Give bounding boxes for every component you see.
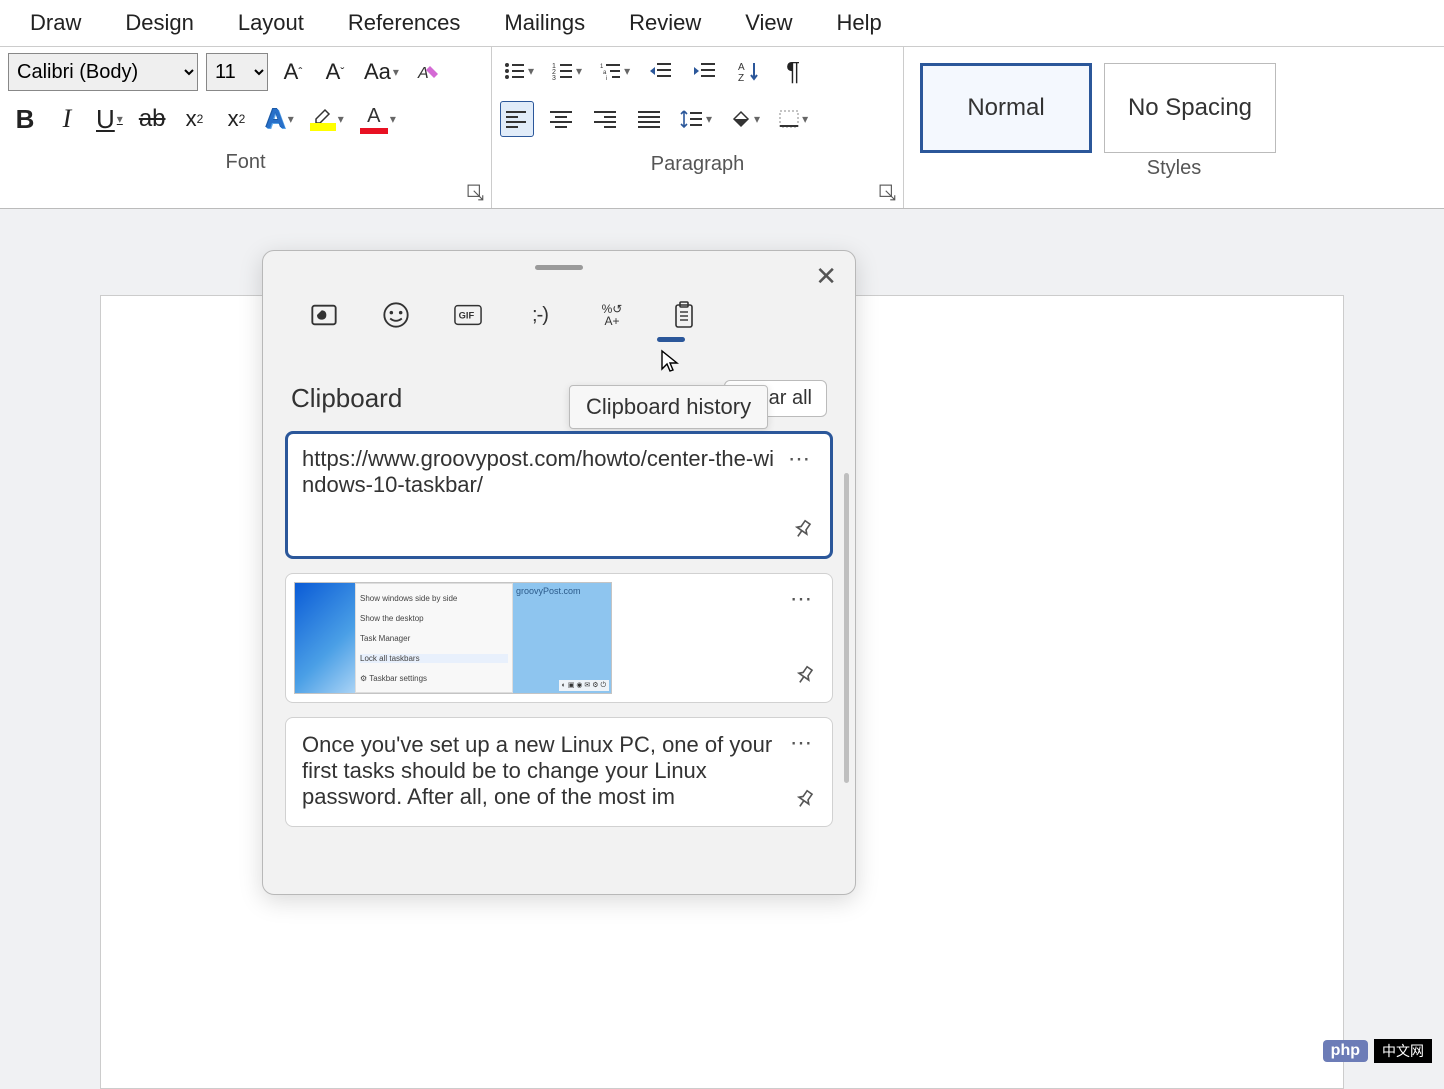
thumbnail-desktop-bg [295,583,355,693]
active-tab-indicator [657,337,685,342]
clipboard-item-text: Once you've set up a new Linux PC, one o… [302,732,816,810]
bullets-button[interactable]: ▾ [500,53,538,89]
italic-button[interactable]: I [50,101,84,137]
multilevel-list-button[interactable]: 1ai▾ [596,53,634,89]
menu-mailings[interactable]: Mailings [482,6,607,40]
ribbon: Calibri (Body) 11 Aˆ Aˇ Aa▾ A B I U▾ ab … [0,47,1444,209]
pin-icon[interactable] [794,664,816,692]
numbering-button[interactable]: 123▾ [548,53,586,89]
clipboard-item-more-icon[interactable]: ⋯ [788,446,812,472]
strikethrough-button[interactable]: ab [135,101,170,137]
svg-text:A: A [417,65,429,82]
shading-button[interactable]: ▾ [726,101,764,137]
font-dialog-launcher[interactable] [467,184,485,202]
thumbnail-window-bg: groovyPost.com ◐ ▣ ◉ ✉ ⚙ ⏻ [513,583,611,693]
svg-text:3: 3 [552,75,556,81]
svg-text:i: i [606,76,607,81]
svg-text:GIF: GIF [459,311,475,321]
justify-button[interactable] [632,101,666,137]
style-no-spacing[interactable]: No Spacing [1104,63,1276,153]
menu-view[interactable]: View [723,6,814,40]
clipboard-item-1[interactable]: https://www.groovypost.com/howto/center-… [285,431,833,559]
pin-icon[interactable] [792,518,814,546]
scrollbar-thumb[interactable] [844,473,849,783]
menu-help[interactable]: Help [815,6,904,40]
grow-font-button[interactable]: Aˆ [276,54,310,90]
font-group-label: Font [8,147,483,176]
menu-references[interactable]: References [326,6,483,40]
svg-text:Z: Z [738,73,744,82]
svg-text:A: A [738,62,745,73]
increase-indent-button[interactable] [688,53,722,89]
clipboard-item-3[interactable]: Once you've set up a new Linux PC, one o… [285,717,833,827]
clipboard-title: Clipboard [291,383,402,414]
sort-button[interactable]: AZ [732,53,766,89]
style-normal[interactable]: Normal [920,63,1092,153]
text-effects-button[interactable]: A▾ [262,101,298,137]
tab-clipboard-history[interactable] [667,298,701,332]
align-right-button[interactable] [588,101,622,137]
show-hide-marks-button[interactable]: ¶ [776,53,810,89]
menu-layout[interactable]: Layout [216,6,326,40]
bold-button[interactable]: B [8,101,42,137]
line-spacing-button[interactable]: ▾ [676,101,716,137]
tab-emoji[interactable] [379,298,413,332]
ribbon-group-styles: Normal No Spacing Styles [904,47,1444,208]
tab-symbols[interactable]: %↺A+ [595,298,629,332]
cn-badge: 中文网 [1374,1039,1432,1063]
clipboard-item-more-icon[interactable]: ⋯ [790,730,814,756]
tab-recent[interactable] [307,298,341,332]
menu-bar: Draw Design Layout References Mailings R… [0,0,1444,47]
tab-gif[interactable]: GIF [451,298,485,332]
font-size-combo[interactable]: 11 [206,53,268,91]
clear-formatting-button[interactable]: A [411,54,445,90]
watermark: php 中文网 [1323,1039,1432,1063]
menu-design[interactable]: Design [103,6,215,40]
underline-button[interactable]: U▾ [92,101,127,137]
clipboard-items-list: https://www.groovypost.com/howto/center-… [263,431,855,827]
shrink-font-button[interactable]: Aˇ [318,54,352,90]
pin-icon[interactable] [794,788,816,816]
thumbnail-context-menu: Show windows side by side Show the deskt… [355,583,513,693]
tooltip-clipboard-history: Clipboard history [569,385,768,429]
align-center-button[interactable] [544,101,578,137]
align-left-button[interactable] [500,101,534,137]
clipboard-item-more-icon[interactable]: ⋯ [790,586,814,612]
clipboard-item-text: https://www.groovypost.com/howto/center-… [302,446,816,498]
tab-kaomoji[interactable]: ;-) [523,298,557,332]
ribbon-group-paragraph: ▾ 123▾ 1ai▾ AZ ¶ [492,47,904,208]
borders-button[interactable]: ▾ [774,101,812,137]
php-logo: php [1323,1040,1368,1062]
clipboard-panel: ✕ GIF ;-) %↺A+ Clipboard history Clipboa… [262,250,856,895]
superscript-button[interactable]: x2 [220,101,254,137]
decrease-indent-button[interactable] [644,53,678,89]
emoji-panel-tabs: GIF ;-) %↺A+ [263,270,855,340]
font-name-combo[interactable]: Calibri (Body) [8,53,198,91]
menu-review[interactable]: Review [607,6,723,40]
change-case-button[interactable]: Aa▾ [360,54,403,90]
font-color-button[interactable]: A ▾ [356,101,400,137]
clipboard-image-thumbnail: Show windows side by side Show the deskt… [294,582,612,694]
subscript-button[interactable]: x2 [178,101,212,137]
highlight-button[interactable]: ▾ [306,101,348,137]
styles-group-label: Styles [912,153,1436,182]
paragraph-dialog-launcher[interactable] [879,184,897,202]
paragraph-group-label: Paragraph [500,149,895,178]
menu-draw[interactable]: Draw [8,6,103,40]
ribbon-group-font: Calibri (Body) 11 Aˆ Aˇ Aa▾ A B I U▾ ab … [0,47,492,208]
clipboard-item-2[interactable]: Show windows side by side Show the deskt… [285,573,833,703]
